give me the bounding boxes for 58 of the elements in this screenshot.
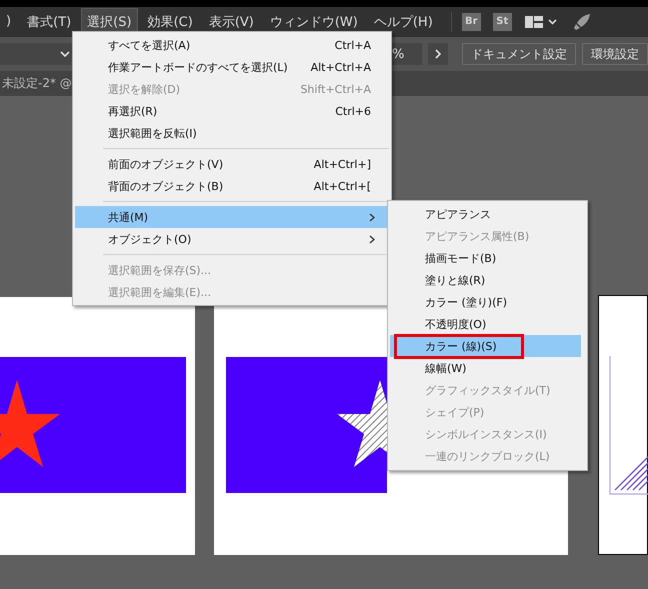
menu-item[interactable]: 背面のオブジェクト(B) Alt+Ctrl+[ — [75, 175, 389, 197]
menu-item-label: シェイプ(P) — [424, 404, 486, 420]
settings-button[interactable]: ドキュメント設定 — [462, 43, 576, 65]
menu-item[interactable]: すべてを選択(A) Ctrl+A — [75, 34, 389, 56]
next-button[interactable] — [428, 43, 448, 65]
menu-item-label: オブジェクト(O) — [108, 232, 192, 246]
settings-button[interactable]: 環境設定 — [582, 43, 648, 65]
shortcut-label: Ctrl+6 — [335, 104, 371, 118]
menu-item-label: アピアランス — [424, 206, 492, 222]
menu-item-label: 選択範囲を反転(I) — [108, 126, 198, 140]
zoom-field[interactable]: % — [392, 43, 422, 65]
menu-item-label: グラフィックスタイル(T) — [424, 382, 552, 398]
menu-item[interactable]: 作業アートボードのすべてを選択(L) Alt+Ctrl+A — [75, 56, 389, 78]
menu-item-label: 前面のオブジェクト(V) — [108, 156, 224, 172]
menu-item-label: カラー (線)(S) — [394, 334, 524, 358]
menu-bar-item[interactable]: 書式(T) — [21, 8, 78, 36]
menu-item[interactable]: 塗りと線(R) — [390, 269, 581, 291]
shortcut-label: Alt+Ctrl+A — [310, 60, 371, 74]
chevron-right-icon — [434, 49, 442, 59]
workspace-switcher-icon[interactable] — [524, 14, 558, 30]
menu-item-label: すべてを選択(A) — [108, 38, 192, 52]
menu-item[interactable]: オブジェクト(O) — [75, 228, 389, 250]
menu-item[interactable]: アピアランス — [390, 203, 581, 225]
shortcut-label: Alt+Ctrl+] — [314, 158, 371, 170]
menu-bar-item[interactable]: ヘルプ(H) — [368, 8, 439, 36]
caret-icon — [60, 50, 70, 58]
menu-item[interactable]: 描画モード(B) — [390, 247, 581, 269]
menu-item-label: 選択を解除(D) — [108, 82, 182, 96]
menu-item[interactable]: カラー (線)(S) — [390, 335, 581, 357]
menu-item-label: アピアランス属性(B) — [424, 228, 530, 244]
menu-item-label: 共通(M) — [108, 210, 150, 224]
menu-bar-item[interactable]: ) — [0, 9, 18, 34]
menu-item[interactable]: 再選択(R) Ctrl+6 — [75, 100, 389, 122]
menu-bar-item[interactable]: 表示(V) — [202, 8, 260, 36]
menu-item[interactable]: 前面のオブジェクト(V) Alt+Ctrl+] — [75, 153, 389, 175]
menu-item-label: 描画モード(B) — [424, 250, 498, 266]
menu-item[interactable]: 共通(M) — [75, 206, 389, 228]
menu-bar-item[interactable]: 効果(C) — [142, 8, 199, 36]
menu-item-label: 背面のオブジェクト(B) — [108, 178, 224, 194]
menu-item-label: 一連のリンクブロック(L) — [424, 448, 551, 464]
menu-item-label: 選択範囲を保存(S)... — [108, 262, 212, 278]
menu-bar-item[interactable]: ウィンドウ(W) — [264, 8, 364, 36]
menu-item[interactable]: カラー (塗り)(F) — [390, 291, 581, 313]
menu-item-label: 再選択(R) — [108, 104, 158, 118]
shortcut-label: Shift+Ctrl+A — [300, 82, 371, 96]
menu-item-label: 塗りと線(R) — [424, 272, 486, 288]
menu-item-label: シンボルインスタンス(I) — [424, 426, 548, 442]
menu-item[interactable]: 不透明度(O) — [390, 313, 581, 335]
menu-item-label: カラー (塗り)(F) — [424, 294, 508, 310]
menu-item-label: 作業アートボードのすべてを選択(L) — [108, 60, 289, 74]
menu-item-label: 不透明度(O) — [424, 316, 488, 332]
shortcut-label: Ctrl+A — [334, 38, 371, 52]
menu-item-label: 選択範囲を編集(E)... — [108, 284, 212, 300]
shortcut-label: Alt+Ctrl+[ — [314, 180, 371, 192]
menu-item-label: 線幅(W) — [424, 360, 468, 376]
menu-item[interactable]: 選択範囲を反転(I) — [75, 122, 389, 144]
document-tab[interactable]: 未設定-2* @ — [0, 75, 72, 92]
menu-item[interactable]: 線幅(W) — [390, 357, 581, 379]
